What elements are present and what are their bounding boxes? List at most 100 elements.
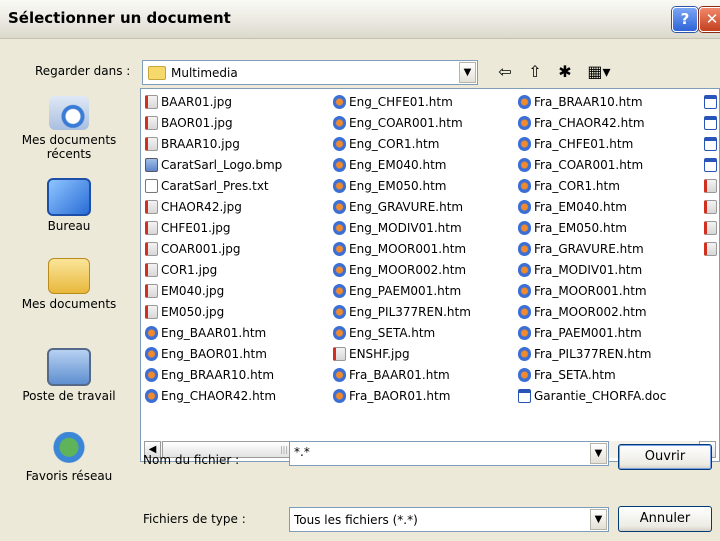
html-file-icon (518, 137, 531, 151)
file-item[interactable]: CHFE01.jpg (145, 218, 282, 239)
file-item[interactable]: Fra_COR1.htm (518, 176, 666, 197)
file-item[interactable]: Eng_COAR001.htm (333, 113, 471, 134)
look-in-dropdown[interactable]: Multimedia ▼ (142, 60, 478, 85)
file-item[interactable]: Eng_BRAAR10.htm (145, 365, 282, 386)
image-file-icon (704, 179, 717, 193)
file-item[interactable]: Fra_MODIV01.htm (518, 260, 666, 281)
file-item[interactable]: Fra_PIL377REN.htm (518, 344, 666, 365)
file-item[interactable]: Eng_PAEM001.htm (333, 281, 471, 302)
file-name: BAAR01.jpg (161, 95, 232, 109)
file-item[interactable] (704, 218, 719, 239)
file-item[interactable]: Eng_SETA.htm (333, 323, 471, 344)
file-item[interactable]: Fra_BAAR01.htm (333, 365, 471, 386)
file-list[interactable]: BAAR01.jpg BAOR01.jpg BRAAR10.jpg CaratS… (140, 88, 720, 462)
html-file-icon (518, 284, 531, 298)
open-button[interactable]: Ouvrir (618, 444, 712, 470)
file-item[interactable]: Eng_BAOR01.htm (145, 344, 282, 365)
file-item[interactable]: Eng_CHFE01.htm (333, 92, 471, 113)
file-item[interactable]: COAR001.jpg (145, 239, 282, 260)
file-item[interactable]: CHAOR42.jpg (145, 197, 282, 218)
file-item[interactable]: Eng_MOOR001.htm (333, 239, 471, 260)
back-arrow-icon[interactable]: ⇦ (492, 60, 518, 84)
file-item[interactable]: Eng_COR1.htm (333, 134, 471, 155)
file-name: Fra_SETA.htm (534, 368, 616, 382)
file-item[interactable]: CaratSarl_Logo.bmp (145, 155, 282, 176)
place-my-computer[interactable]: Poste de travail (0, 348, 138, 403)
file-item[interactable]: Fra_BRAAR10.htm (518, 92, 666, 113)
file-item[interactable]: Fra_COAR001.htm (518, 155, 666, 176)
file-item[interactable]: Fra_MOOR002.htm (518, 302, 666, 323)
chevron-down-icon[interactable]: ▼ (459, 62, 476, 83)
file-item[interactable]: EM050.jpg (145, 302, 282, 323)
file-item[interactable]: Fra_SETA.htm (518, 365, 666, 386)
html-file-icon (145, 326, 158, 340)
title-bar[interactable]: Sélectionner un document ? ✕ (0, 0, 720, 39)
file-item[interactable]: Fra_CHAOR42.htm (518, 113, 666, 134)
file-item[interactable]: CaratSarl_Pres.txt (145, 176, 282, 197)
file-name-value: *.* (294, 445, 310, 459)
file-name: CaratSarl_Logo.bmp (161, 158, 283, 172)
cancel-button[interactable]: Annuler (618, 506, 712, 532)
file-item[interactable]: COR1.jpg (145, 260, 282, 281)
place-recent-documents[interactable]: Mes documents récents (0, 96, 138, 161)
file-item[interactable]: Garantie_CHORFA.doc (518, 386, 666, 407)
file-name: Eng_BAAR01.htm (161, 326, 267, 340)
file-item[interactable]: Eng_MOOR002.htm (333, 260, 471, 281)
file-item[interactable]: Fra_GRAVURE.htm (518, 239, 666, 260)
file-item[interactable] (704, 176, 719, 197)
chevron-down-icon[interactable]: ▼ (590, 509, 607, 530)
file-item[interactable]: Eng_EM040.htm (333, 155, 471, 176)
file-item[interactable]: BAAR01.jpg (145, 92, 282, 113)
recent-documents-icon (49, 96, 89, 130)
file-item[interactable]: Eng_BAAR01.htm (145, 323, 282, 344)
look-in-label: Regarder dans : (35, 64, 131, 78)
image-file-icon (333, 347, 346, 361)
file-item[interactable] (704, 239, 719, 260)
file-item[interactable]: Fra_CHFE01.htm (518, 134, 666, 155)
file-item[interactable]: Fra_PAEM001.htm (518, 323, 666, 344)
new-folder-icon[interactable]: ✱ (552, 60, 578, 84)
image-file-icon (145, 221, 158, 235)
file-item[interactable]: Fra_BAOR01.htm (333, 386, 471, 407)
file-name-input[interactable]: *.* ▼ (289, 441, 609, 466)
file-type-dropdown[interactable]: Tous les fichiers (*.*) ▼ (289, 507, 609, 532)
html-file-icon (518, 305, 531, 319)
chevron-down-icon[interactable]: ▼ (590, 443, 607, 464)
file-name: Eng_COAR001.htm (349, 116, 463, 130)
close-button[interactable]: ✕ (699, 7, 720, 32)
file-item[interactable]: Eng_CHAOR42.htm (145, 386, 282, 407)
file-item[interactable] (704, 92, 719, 113)
file-name: BAOR01.jpg (161, 116, 233, 130)
file-item[interactable] (704, 197, 719, 218)
file-item[interactable]: Fra_MOOR001.htm (518, 281, 666, 302)
file-name: Eng_COR1.htm (349, 137, 440, 151)
file-name: EM040.jpg (161, 284, 225, 298)
file-item[interactable] (704, 113, 719, 134)
views-menu-icon[interactable]: ▦▾ (582, 60, 616, 84)
file-item[interactable]: BRAAR10.jpg (145, 134, 282, 155)
file-item[interactable]: Eng_EM050.htm (333, 176, 471, 197)
place-network[interactable]: Favoris réseau (0, 432, 138, 483)
folder-icon (148, 66, 166, 80)
file-name: Eng_BRAAR10.htm (161, 368, 275, 382)
file-item[interactable]: EM040.jpg (145, 281, 282, 302)
html-file-icon (518, 95, 531, 109)
file-item[interactable]: Fra_EM050.htm (518, 218, 666, 239)
file-item[interactable] (704, 155, 719, 176)
file-item[interactable]: BAOR01.jpg (145, 113, 282, 134)
place-my-documents[interactable]: Mes documents (0, 258, 138, 311)
file-item[interactable]: Eng_MODIV01.htm (333, 218, 471, 239)
file-item[interactable]: Eng_GRAVURE.htm (333, 197, 471, 218)
desktop-icon (47, 178, 91, 216)
file-item[interactable]: Fra_EM040.htm (518, 197, 666, 218)
up-folder-icon[interactable]: ⇧ (522, 60, 548, 84)
file-name: Fra_COAR001.htm (534, 158, 644, 172)
file-item[interactable]: ENSHF.jpg (333, 344, 471, 365)
html-file-icon (518, 158, 531, 172)
html-file-icon (333, 305, 346, 319)
file-name: Fra_MOOR002.htm (534, 305, 647, 319)
file-item[interactable]: Eng_PIL377REN.htm (333, 302, 471, 323)
help-button[interactable]: ? (672, 7, 698, 32)
place-desktop[interactable]: Bureau (0, 178, 138, 233)
file-item[interactable] (704, 134, 719, 155)
